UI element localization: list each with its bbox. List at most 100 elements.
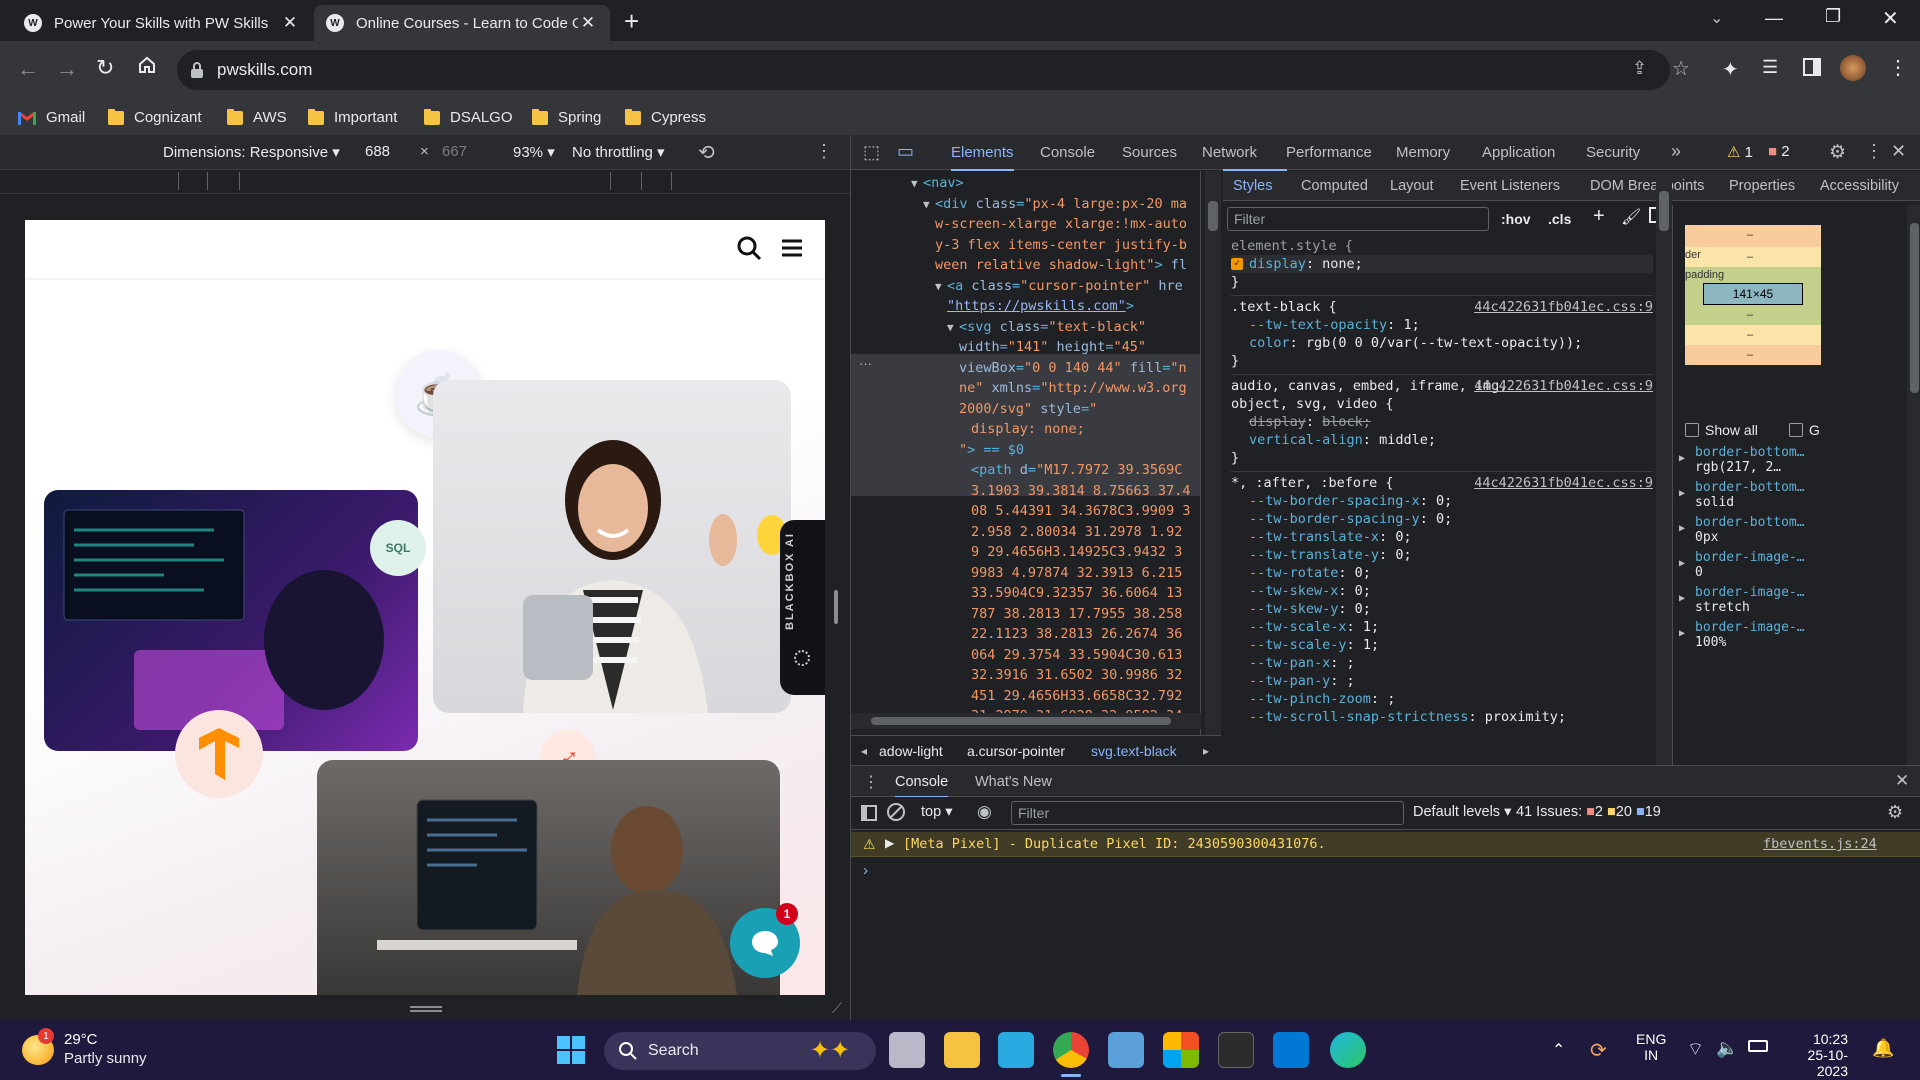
- show-all-checkbox[interactable]: [1685, 423, 1699, 437]
- dom-node-line[interactable]: ▼ <div class="px-4 large:px-20 ma: [851, 194, 1190, 215]
- css-declaration[interactable]: vertical-align: middle;: [1231, 431, 1653, 449]
- bookmark-star-icon[interactable]: ☆: [1672, 56, 1690, 81]
- cls-toggle[interactable]: .cls: [1548, 211, 1571, 227]
- restore-button[interactable]: ❐: [1825, 6, 1841, 27]
- device-toggle-icon[interactable]: ▭: [897, 141, 914, 162]
- computed-property[interactable]: ▶ border-bottom… 0px: [1679, 515, 1909, 550]
- styles-scrollbar[interactable]: [1656, 171, 1672, 765]
- hamburger-menu-icon[interactable]: [780, 238, 804, 258]
- volume-icon[interactable]: 🔈: [1716, 1038, 1738, 1059]
- vscode-icon[interactable]: [1273, 1032, 1309, 1068]
- reload-icon[interactable]: ↻: [96, 55, 114, 81]
- declaration-checkbox[interactable]: ✓: [1231, 258, 1243, 270]
- tab-memory[interactable]: Memory: [1396, 144, 1450, 161]
- bookmark-dsalgo[interactable]: DSALGO: [424, 108, 513, 126]
- computed-property[interactable]: ▶ border-bottom… solid: [1679, 480, 1909, 515]
- home-icon[interactable]: [137, 55, 157, 75]
- close-devtools-icon[interactable]: ✕: [1891, 141, 1906, 162]
- tab-accessibility[interactable]: Accessibility: [1820, 178, 1899, 194]
- computed-property[interactable]: ▶ border-image-… 0: [1679, 550, 1909, 585]
- console-warning-row[interactable]: ⚠ ▶ [Meta Pixel] - Duplicate Pixel ID: 2…: [851, 832, 1920, 857]
- blackbox-ai-tab[interactable]: BLACKBOX AI: [780, 520, 825, 695]
- tab-computed[interactable]: Computed: [1301, 178, 1368, 194]
- dimensions-select[interactable]: Dimensions: Responsive ▾: [163, 143, 340, 161]
- css-declaration[interactable]: --tw-pan-y: ;: [1231, 672, 1653, 690]
- task-view-icon[interactable]: [889, 1032, 925, 1068]
- dom-node-line[interactable]: width="141" height="45": [851, 337, 1190, 358]
- menu-kebab-icon[interactable]: ⋮: [1888, 55, 1908, 80]
- tab-layout[interactable]: Layout: [1390, 178, 1434, 194]
- console-filter-input[interactable]: Filter: [1011, 801, 1404, 825]
- live-expression-eye-icon[interactable]: ◉: [977, 802, 992, 822]
- console-sidebar-icon[interactable]: [861, 805, 877, 821]
- dom-node-line[interactable]: 2.958 2.80034 31.2978 1.92: [851, 522, 1190, 543]
- more-tabs-icon[interactable]: »: [1671, 141, 1681, 162]
- lock-icon[interactable]: [190, 61, 204, 79]
- inspect-element-icon[interactable]: ⬚: [863, 142, 880, 163]
- scroll-thumb[interactable]: [1910, 223, 1919, 393]
- expand-triangle-icon[interactable]: ▼: [947, 318, 959, 339]
- dom-node-line[interactable]: 9983 4.97874 32.3913 6.215: [851, 563, 1190, 584]
- share-icon[interactable]: ⇪: [1632, 58, 1647, 79]
- rotate-icon[interactable]: ⟲: [698, 140, 715, 165]
- css-declaration[interactable]: --tw-skew-x: 0;: [1231, 582, 1653, 600]
- tab-event-listeners[interactable]: Event Listeners: [1460, 178, 1560, 194]
- css-source-link[interactable]: 44c422631fb041ec.css:9: [1474, 298, 1653, 316]
- close-icon[interactable]: ✕: [280, 13, 300, 33]
- drawer-tab-console[interactable]: Console: [895, 774, 949, 798]
- dom-horizontal-scrollbar[interactable]: [851, 713, 1201, 729]
- css-declaration[interactable]: --tw-skew-y: 0;: [1231, 600, 1653, 618]
- scroll-thumb[interactable]: [1208, 201, 1218, 231]
- tab-performance[interactable]: Performance: [1286, 144, 1372, 161]
- dom-node-line[interactable]: "https://pwskills.com">: [851, 296, 1190, 317]
- drawer-menu-icon[interactable]: ⋮: [863, 772, 879, 792]
- back-icon[interactable]: ←: [17, 56, 39, 82]
- windows-start-icon[interactable]: [557, 1036, 585, 1064]
- monitor-app-icon[interactable]: [998, 1032, 1034, 1068]
- computed-property[interactable]: ▶ border-image-… 100%: [1679, 620, 1909, 655]
- warning-counter[interactable]: ⚠ 1: [1727, 143, 1753, 161]
- console-settings-icon[interactable]: ⚙: [1887, 802, 1903, 823]
- dom-node-line[interactable]: 3.1903 39.3814 8.75663 37.4: [851, 481, 1190, 502]
- expand-triangle-icon[interactable]: ▶: [1679, 628, 1685, 639]
- dom-node-line[interactable]: 451 29.4656H33.6658C32.792: [851, 686, 1190, 707]
- photos-app-icon[interactable]: [1108, 1032, 1144, 1068]
- avatar[interactable]: [1840, 55, 1866, 81]
- dom-node-line[interactable]: ▼ <svg class="text-black": [851, 317, 1190, 338]
- tray-overflow-icon[interactable]: ⌃: [1552, 1040, 1565, 1060]
- dom-node-line[interactable]: "> == $0: [851, 440, 1190, 461]
- dom-node-line[interactable]: ne" xmlns="http://www.w3.org: [851, 378, 1190, 399]
- dom-node-line[interactable]: 32.3916 31.6502 30.9986 32: [851, 665, 1190, 686]
- bookmark-aws[interactable]: AWS: [227, 108, 287, 126]
- address-bar[interactable]: [177, 50, 1670, 90]
- new-tab-button[interactable]: +: [624, 6, 639, 37]
- log-levels-select[interactable]: Default levels ▾: [1413, 804, 1511, 820]
- computed-property[interactable]: ▶ border-bottom… rgb(217, 2…: [1679, 445, 1909, 480]
- resize-handle-icon[interactable]: [410, 1006, 442, 1008]
- console-prompt-icon[interactable]: ›: [863, 862, 868, 879]
- search-icon[interactable]: [736, 235, 762, 261]
- expand-triangle-icon[interactable]: ▶: [1679, 488, 1685, 499]
- close-window-button[interactable]: ✕: [1882, 6, 1899, 31]
- breadcrumb-right-icon[interactable]: ▸: [1203, 744, 1209, 758]
- tab-elements[interactable]: Elements: [951, 144, 1014, 171]
- breadcrumb-item[interactable]: a.cursor-pointer: [967, 743, 1065, 759]
- computed-scrollbar[interactable]: [1907, 205, 1920, 765]
- clear-console-icon[interactable]: [887, 803, 905, 821]
- expand-triangle-icon[interactable]: ▼: [923, 195, 935, 216]
- notification-bell-icon[interactable]: 🔔: [1872, 1038, 1894, 1059]
- css-declaration[interactable]: --tw-border-spacing-y: 0;: [1231, 510, 1653, 528]
- issues-counter[interactable]: 41 Issues: ■2 ■20 ■19: [1516, 804, 1661, 820]
- side-panel-icon[interactable]: [1803, 58, 1821, 76]
- tab-online-courses[interactable]: W Online Courses - Learn to Code Online …: [314, 5, 610, 41]
- paint-icon[interactable]: 🖌: [1621, 207, 1641, 227]
- scroll-thumb[interactable]: [1659, 191, 1669, 231]
- hov-toggle[interactable]: :hov: [1501, 211, 1531, 227]
- sync-icon[interactable]: ⟳: [1590, 1038, 1607, 1063]
- device-height-input[interactable]: 667: [442, 143, 467, 160]
- tab-dom-breakpoints[interactable]: DOM Breakpoints: [1590, 178, 1704, 194]
- css-declaration[interactable]: ✓ display: none;: [1231, 255, 1653, 273]
- store-icon[interactable]: [1163, 1032, 1199, 1068]
- minimize-button[interactable]: —: [1765, 8, 1783, 29]
- dom-node-line[interactable]: y-3 flex items-center justify-b: [851, 235, 1190, 256]
